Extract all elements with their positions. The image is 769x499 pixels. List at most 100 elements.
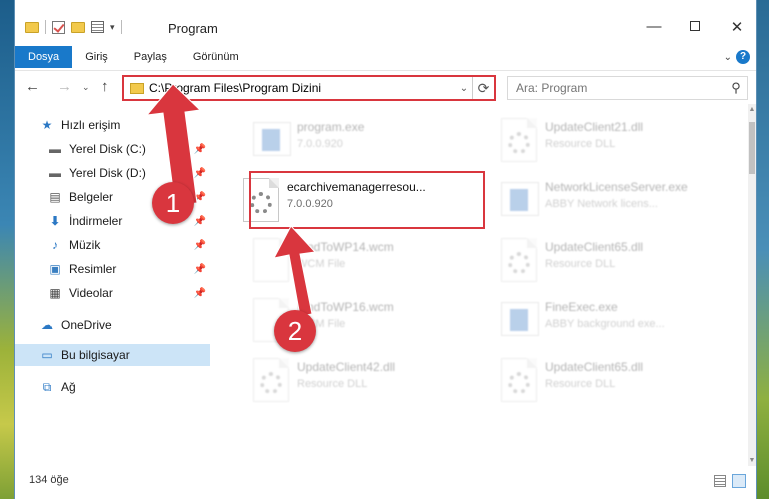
help-icon[interactable]: ? bbox=[736, 50, 750, 64]
search-box[interactable]: ⚲ bbox=[507, 76, 748, 100]
blank-file-icon bbox=[253, 238, 289, 282]
sidebar-item-label: Yerel Disk (D:) bbox=[69, 166, 146, 180]
desktop-background-right bbox=[757, 0, 769, 499]
sidebar-item-label: Videolar bbox=[69, 286, 113, 300]
tab-paylas[interactable]: Paylaş bbox=[121, 46, 180, 68]
list-item[interactable]: UpdateClient65.dll Resource DLL bbox=[493, 350, 723, 406]
maximize-icon bbox=[690, 21, 700, 31]
scrollbar-thumb[interactable] bbox=[749, 122, 755, 174]
sidebar-item-label: Müzik bbox=[69, 238, 101, 252]
pin-icon[interactable]: 📌 bbox=[194, 144, 206, 155]
video-icon: ▦ bbox=[49, 286, 61, 300]
refresh-icon[interactable]: ⟳ bbox=[472, 77, 494, 99]
sidebar-item-this-pc[interactable]: ▭ Bu bilgisayar bbox=[15, 344, 210, 366]
sidebar-item-label: Bu bilgisayar bbox=[61, 348, 130, 362]
file-name: NetworkLicenseServer.exe bbox=[545, 180, 688, 194]
tab-giris[interactable]: Giriş bbox=[72, 46, 121, 68]
sidebar-item-videos[interactable]: ▦ Videolar 📌 bbox=[15, 282, 210, 304]
ribbon-tabs: Dosya Giriş Paylaş Görünüm ⌄ ? bbox=[15, 46, 756, 68]
vertical-scrollbar[interactable]: ▲ ▼ bbox=[748, 104, 756, 466]
sidebar-item-disk-c[interactable]: ▬ Yerel Disk (C:) 📌 bbox=[15, 138, 210, 160]
pin-icon[interactable]: 📌 bbox=[194, 216, 206, 227]
sidebar-item-music[interactable]: ♪ Müzik 📌 bbox=[15, 234, 210, 256]
folder-icon bbox=[130, 82, 144, 94]
file-meta: ABBY Network licens... bbox=[545, 198, 658, 210]
sidebar-item-quick-access[interactable]: ★ Hızlı erişim bbox=[15, 114, 210, 136]
sidebar-item-network[interactable]: ⧉ Ağ bbox=[15, 376, 210, 398]
search-icon[interactable]: ⚲ bbox=[725, 80, 747, 96]
file-name: UpdateClient65.dll bbox=[545, 240, 644, 254]
pin-icon[interactable]: 📌 bbox=[194, 168, 206, 179]
scroll-down-icon[interactable]: ▼ bbox=[748, 457, 756, 464]
file-meta: 7.0.0.920 bbox=[297, 138, 343, 150]
list-item[interactable]: UpdateClient42.dll Resource DLL bbox=[245, 350, 475, 406]
drive-icon: ▬ bbox=[49, 166, 61, 180]
sidebar-item-pictures[interactable]: ▣ Resimler 📌 bbox=[15, 258, 210, 280]
pin-icon[interactable]: 📌 bbox=[194, 264, 206, 275]
gear-icon bbox=[508, 252, 530, 274]
properties-icon[interactable] bbox=[91, 21, 104, 33]
forward-arrow-icon[interactable]: → bbox=[57, 78, 72, 95]
new-folder-icon[interactable] bbox=[71, 21, 85, 33]
annotation-step-1-badge: 1 bbox=[152, 182, 194, 224]
file-name: FineExec.exe bbox=[545, 300, 618, 314]
file-meta: Resource DLL bbox=[545, 258, 616, 270]
sidebar-item-disk-d[interactable]: ▬ Yerel Disk (D:) 📌 bbox=[15, 162, 210, 184]
file-name: UpdateClient21.dll bbox=[545, 120, 644, 134]
divider bbox=[120, 20, 122, 34]
status-bar: 134 öğe bbox=[15, 466, 756, 499]
details-view-icon[interactable] bbox=[714, 475, 726, 487]
up-arrow-icon[interactable]: ↑ bbox=[101, 78, 109, 95]
chevron-down-icon[interactable]: ▾ bbox=[110, 22, 115, 33]
scroll-up-icon[interactable]: ▲ bbox=[748, 106, 756, 113]
list-item[interactable]: FindToWP14.wcm WCM File bbox=[245, 230, 475, 286]
list-item[interactable]: UpdateClient21.dll Resource DLL bbox=[493, 110, 723, 166]
desktop-background-left bbox=[0, 0, 14, 499]
application-icon bbox=[253, 122, 291, 156]
file-list: program.exe 7.0.0.920 UpdateClient21.dll… bbox=[217, 104, 747, 466]
file-meta: Resource DLL bbox=[545, 138, 616, 150]
properties-check-icon[interactable] bbox=[52, 20, 65, 34]
music-icon: ♪ bbox=[52, 238, 58, 252]
search-input[interactable] bbox=[508, 81, 725, 95]
application-icon bbox=[501, 302, 539, 336]
sidebar-item-label: Ağ bbox=[61, 380, 76, 394]
document-icon: ▤ bbox=[49, 190, 61, 204]
download-icon: ⬇ bbox=[49, 214, 61, 228]
tab-gorunum[interactable]: Görünüm bbox=[180, 46, 252, 68]
recent-locations-chevron-icon[interactable]: ⌄ bbox=[82, 82, 90, 93]
file-name: FindToWP14.wcm bbox=[297, 240, 394, 254]
navigation-bar: ← → ⌄ ↑ C:\Program Files\Program Dizini … bbox=[15, 70, 756, 104]
expand-ribbon-icon[interactable]: ⌄ bbox=[724, 52, 732, 63]
list-item[interactable]: NetworkLicenseServer.exe ABBY Network li… bbox=[493, 170, 723, 226]
sidebar-item-label: İndirmeler bbox=[69, 214, 123, 228]
folder-icon[interactable] bbox=[25, 21, 39, 33]
maximize-button[interactable] bbox=[680, 18, 710, 35]
gear-icon bbox=[508, 132, 530, 154]
address-bar[interactable]: C:\Program Files\Program Dizini ⌄ ⟳ bbox=[122, 75, 496, 101]
tab-dosya[interactable]: Dosya bbox=[15, 46, 73, 68]
close-button[interactable]: ✕ bbox=[722, 18, 752, 36]
list-item[interactable]: FineExec.exe ABBY background exe... bbox=[493, 290, 723, 346]
annotation-step-2-badge: 2 bbox=[274, 310, 316, 352]
pin-icon[interactable]: 📌 bbox=[194, 192, 206, 203]
file-name: FindToWP16.wcm bbox=[297, 300, 394, 314]
file-meta: Resource DLL bbox=[545, 378, 616, 390]
item-count: 134 öğe bbox=[29, 474, 69, 486]
computer-icon: ▭ bbox=[41, 348, 53, 362]
list-item[interactable]: UpdateClient65.dll Resource DLL bbox=[493, 230, 723, 286]
list-item[interactable]: program.exe 7.0.0.920 bbox=[245, 110, 475, 166]
star-icon: ★ bbox=[41, 118, 53, 132]
quick-access-toolbar: ▾ bbox=[25, 20, 122, 34]
address-path[interactable]: C:\Program Files\Program Dizini bbox=[149, 81, 456, 95]
pin-icon[interactable]: 📌 bbox=[194, 288, 206, 299]
sidebar-item-onedrive[interactable]: ☁ OneDrive bbox=[15, 314, 210, 336]
minimize-button[interactable]: — bbox=[639, 18, 669, 35]
pin-icon[interactable]: 📌 bbox=[194, 240, 206, 251]
cloud-icon: ☁ bbox=[41, 318, 53, 332]
file-highlight-box bbox=[249, 171, 485, 229]
chevron-down-icon[interactable]: ⌄ bbox=[456, 83, 472, 94]
window-title: Program bbox=[168, 21, 218, 36]
back-arrow-icon[interactable]: ← bbox=[25, 78, 40, 95]
large-icons-view-icon[interactable] bbox=[732, 474, 746, 488]
